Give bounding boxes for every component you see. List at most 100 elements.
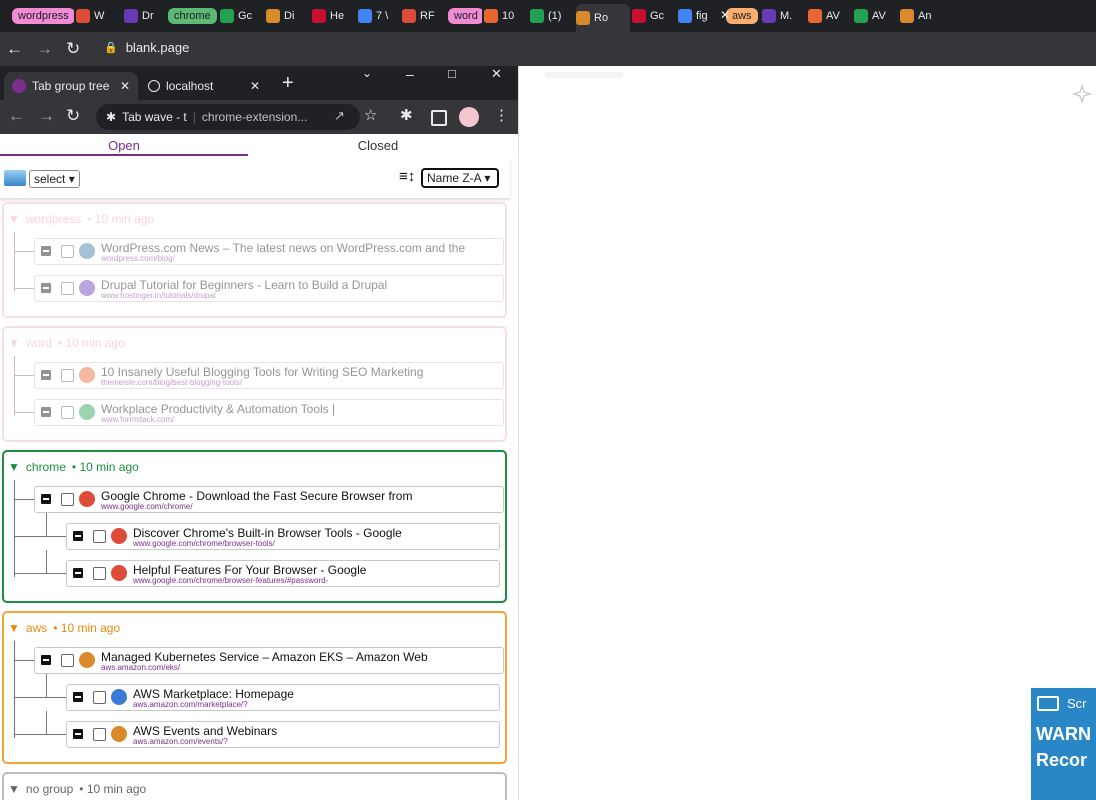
disclosure-triangle-icon[interactable]: ▼	[8, 460, 20, 474]
browser-tab[interactable]: AV	[854, 4, 898, 28]
collapse-icon[interactable]	[73, 531, 83, 541]
sparkle-icon[interactable]	[1072, 84, 1092, 104]
tab-closed[interactable]: Closed	[254, 138, 502, 153]
group-header[interactable]: ▼ aws • 10 min ago	[8, 621, 120, 635]
tab-row[interactable]: AWS Events and Webinars aws.amazon.com/ev…	[66, 721, 500, 748]
tab-checkbox[interactable]	[61, 654, 74, 667]
browser-tab[interactable]: He	[312, 4, 356, 28]
tab-group-chip[interactable]: word	[448, 4, 482, 28]
browser-tab[interactable]: (1)	[530, 4, 574, 28]
close-icon[interactable]: ✕	[120, 79, 130, 93]
close-icon[interactable]: ✕	[720, 8, 730, 22]
browser-tab[interactable]: An	[900, 4, 944, 28]
window-icon[interactable]	[4, 170, 26, 186]
chevron-down-icon[interactable]: ⌄	[362, 66, 372, 80]
popup-omnibox[interactable]: ✱ Tab wave - t | chrome-extension...	[96, 104, 360, 130]
disclosure-triangle-icon[interactable]: ▼	[8, 782, 20, 796]
browser-tab[interactable]: fig	[678, 4, 724, 28]
maximize-icon[interactable]: □	[448, 66, 456, 81]
tab-checkbox[interactable]	[61, 245, 74, 258]
forward-icon[interactable]: →	[38, 106, 55, 126]
collapse-icon[interactable]	[41, 246, 51, 256]
tab-group-chip[interactable]: aws	[726, 4, 760, 28]
tab-row[interactable]: Workplace Productivity & Automation Tool…	[34, 399, 504, 426]
tab-row[interactable]: Helpful Features For Your Browser - Goog…	[66, 560, 500, 587]
close-icon[interactable]: ✕	[250, 79, 260, 93]
tab-open[interactable]: Open	[0, 138, 248, 156]
group-header[interactable]: ▼ chrome • 10 min ago	[8, 460, 139, 474]
reload-icon[interactable]: ↻	[66, 106, 80, 126]
browser-tab[interactable]: Dr	[124, 4, 166, 28]
share-icon[interactable]: ↗	[334, 108, 345, 124]
disclosure-triangle-icon[interactable]: ▼	[8, 336, 20, 350]
tab-checkbox[interactable]	[61, 406, 74, 419]
tab-row[interactable]: Google Chrome - Download the Fast Secure…	[34, 486, 504, 513]
tab-title[interactable]: Google Chrome - Download the Fast Secure…	[101, 489, 491, 503]
minimize-icon[interactable]: –	[406, 66, 414, 82]
tab-row[interactable]: 10 Insanely Useful Blogging Tools for Wr…	[34, 362, 504, 389]
browser-tab[interactable]: 7 \	[358, 4, 400, 28]
reload-icon[interactable]: ↻	[66, 39, 80, 59]
tab-title[interactable]: Discover Chrome's Built-in Browser Tools…	[133, 526, 491, 540]
disclosure-triangle-icon[interactable]: ▼	[8, 621, 20, 635]
puzzle-icon[interactable]: ✱	[400, 106, 413, 124]
screen-recorder-banner[interactable]: Scr WARN Recor	[1031, 688, 1096, 800]
browser-tab[interactable]: Gc	[632, 4, 676, 28]
tab-title[interactable]: Workplace Productivity & Automation Tool…	[101, 402, 491, 416]
tab-row[interactable]: AWS Marketplace: Homepage aws.amazon.com/…	[66, 684, 500, 711]
tab-title[interactable]: Helpful Features For Your Browser - Goog…	[133, 563, 491, 577]
new-tab-icon[interactable]: +	[282, 72, 294, 95]
avatar[interactable]	[459, 107, 479, 127]
collapse-icon[interactable]	[73, 568, 83, 578]
tab-checkbox[interactable]	[93, 567, 106, 580]
browser-tab[interactable]: W	[76, 4, 122, 28]
tab-checkbox[interactable]	[93, 728, 106, 741]
browser-tab[interactable]: Di	[266, 4, 310, 28]
forward-icon[interactable]: →	[36, 39, 53, 59]
browser-tab[interactable]: RF	[402, 4, 446, 28]
address-bar[interactable]: 🔒 blank.page	[104, 40, 189, 55]
tab-group-chip[interactable]: chrome	[168, 4, 218, 28]
star-icon[interactable]: ☆	[364, 106, 377, 124]
tab-title[interactable]: AWS Marketplace: Homepage	[133, 687, 491, 701]
collapse-icon[interactable]	[73, 692, 83, 702]
tab-title[interactable]: 10 Insanely Useful Blogging Tools for Wr…	[101, 365, 491, 379]
collapse-icon[interactable]	[41, 407, 51, 417]
tab-title[interactable]: Managed Kubernetes Service – Amazon EKS …	[101, 650, 491, 664]
popup-tab-tree[interactable]: Tab group tree ✕	[4, 72, 138, 100]
tab-row[interactable]: Drupal Tutorial for Beginners - Learn to…	[34, 275, 504, 302]
tab-checkbox[interactable]	[93, 530, 106, 543]
tab-title[interactable]: AWS Events and Webinars	[133, 724, 491, 738]
tab-group-chip[interactable]: wordpress	[12, 4, 74, 28]
sort-dropdown[interactable]: Name Z-A ▾	[421, 168, 499, 188]
browser-tab[interactable]: Gc	[220, 4, 264, 28]
collapse-icon[interactable]	[41, 494, 51, 504]
sort-icon[interactable]: ≡↕	[399, 168, 415, 185]
browser-tab[interactable]: AV	[808, 4, 852, 28]
tab-row[interactable]: Managed Kubernetes Service – Amazon EKS …	[34, 647, 504, 674]
tab-checkbox[interactable]	[61, 493, 74, 506]
group-header[interactable]: ▼ no group • 10 min ago	[8, 782, 146, 796]
browser-tab[interactable]: 10	[484, 4, 528, 28]
back-icon[interactable]: ←	[6, 39, 23, 59]
tab-checkbox[interactable]	[93, 691, 106, 704]
browser-tab[interactable]: Ro	[576, 4, 630, 32]
tab-checkbox[interactable]	[61, 282, 74, 295]
browser-tab[interactable]: M.	[762, 4, 806, 28]
back-icon[interactable]: ←	[8, 106, 25, 126]
collapse-icon[interactable]	[41, 655, 51, 665]
tab-row[interactable]: WordPress.com News – The latest news on …	[34, 238, 504, 265]
group-header[interactable]: ▼ word • 10 min ago	[8, 336, 125, 350]
tab-title[interactable]: WordPress.com News – The latest news on …	[101, 241, 491, 255]
group-header[interactable]: ▼ wordpress • 10 min ago	[8, 212, 154, 226]
collapse-icon[interactable]	[41, 283, 51, 293]
disclosure-triangle-icon[interactable]: ▼	[8, 212, 20, 226]
collapse-icon[interactable]	[73, 729, 83, 739]
select-dropdown[interactable]: select ▾	[29, 170, 80, 188]
collapse-icon[interactable]	[41, 370, 51, 380]
tab-title[interactable]: Drupal Tutorial for Beginners - Learn to…	[101, 278, 491, 292]
window-close-icon[interactable]: ✕	[491, 66, 502, 82]
side-panel-icon[interactable]	[431, 110, 447, 126]
popup-tab-localhost[interactable]: localhost ✕	[140, 72, 268, 100]
tab-row[interactable]: Discover Chrome's Built-in Browser Tools…	[66, 523, 500, 550]
